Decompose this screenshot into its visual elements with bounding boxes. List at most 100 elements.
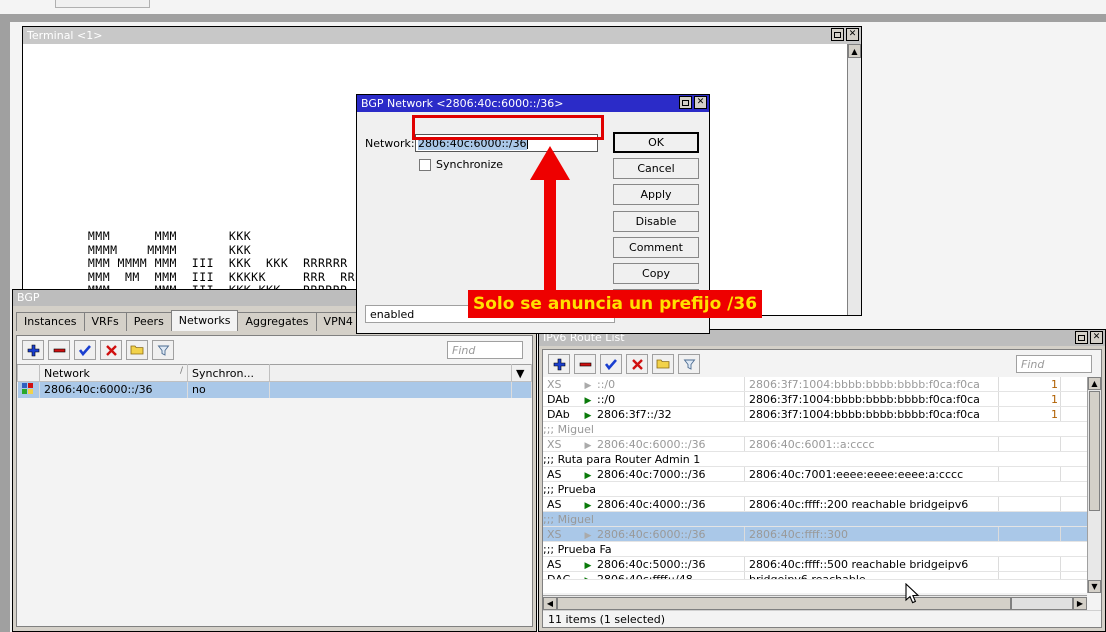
bgp-networks-table[interactable]: Network/ Synchron... ▼ <box>17 364 532 398</box>
route-flags: AS <box>543 557 579 571</box>
cross-icon[interactable] <box>626 354 648 374</box>
route-flags: XS <box>543 527 579 541</box>
scroll-down-arrow-icon[interactable]: ▼ <box>1088 580 1101 593</box>
comment-button[interactable]: Comment <box>613 237 699 258</box>
terminal-vertical-scrollbar[interactable]: ▲ <box>847 44 861 315</box>
route-flags: AS <box>543 497 579 511</box>
folder-icon[interactable] <box>126 340 148 360</box>
route-distance <box>999 572 1061 579</box>
dialog-window-buttons[interactable]: ✕ <box>679 96 707 109</box>
funnel-icon[interactable] <box>152 340 174 360</box>
route-row[interactable]: AS▶2806:40c:5000::/362806:40c:ffff::500 … <box>543 557 1087 572</box>
folder-icon[interactable] <box>652 354 674 374</box>
close-icon[interactable]: ✕ <box>694 96 707 109</box>
route-comment-text: ;;; Miguel <box>543 422 1087 436</box>
cell-synchronize: no <box>188 382 270 398</box>
minus-icon[interactable] <box>574 354 596 374</box>
check-icon[interactable] <box>74 340 96 360</box>
route-distance <box>999 557 1061 571</box>
tab-vrfs[interactable]: VRFs <box>84 312 127 331</box>
cell-network: 2806:40c:6000::/36 <box>40 382 188 398</box>
ipv6-route-list-window[interactable]: IPv6 Route List ✕ <box>538 329 1106 632</box>
cell-filler <box>270 382 512 398</box>
route-list-rows[interactable]: XS▶::/02806:3f7:1004:bbbb:bbbb:bbbb:f0ca… <box>543 377 1087 593</box>
route-list-vertical-scrollbar[interactable]: ▲ ▼ <box>1087 377 1101 593</box>
bgp-toolbar[interactable]: Find <box>17 336 532 364</box>
route-dst-address: 2806:40c:6000::/36 <box>597 527 745 541</box>
scroll-right-arrow-icon[interactable]: ▶ <box>1073 597 1087 610</box>
bgp-title-text: BGP <box>17 291 40 304</box>
synchronize-checkbox-row[interactable]: Synchronize <box>419 158 503 171</box>
maximize-icon[interactable] <box>831 28 844 41</box>
close-icon[interactable]: ✕ <box>846 28 859 41</box>
dialog-buttons[interactable]: OK Cancel Apply Disable Comment Copy Rem… <box>613 132 699 306</box>
route-gateway: 2806:40c:ffff::300 <box>745 527 999 541</box>
route-list-window-buttons[interactable]: ✕ <box>1075 331 1103 344</box>
scroll-up-arrow-icon[interactable]: ▲ <box>1088 377 1101 390</box>
minus-icon[interactable] <box>48 340 70 360</box>
route-list-find-input[interactable]: Find <box>1016 355 1092 373</box>
scroll-track-end <box>1011 597 1073 610</box>
route-comment-row[interactable]: ;;; Miguel <box>543 422 1087 437</box>
route-row[interactable]: AS▶2806:40c:4000::/362806:40c:ffff::200 … <box>543 497 1087 512</box>
plus-icon[interactable] <box>548 354 570 374</box>
route-row[interactable]: DAb▶::/02806:3f7:1004:bbbb:bbbb:bbbb:f0c… <box>543 392 1087 407</box>
route-row[interactable]: DAb▶2806:3f7::/322806:3f7:1004:bbbb:bbbb… <box>543 407 1087 422</box>
ok-button[interactable]: OK <box>613 132 699 153</box>
cancel-button[interactable]: Cancel <box>613 158 699 179</box>
table-row[interactable]: 2806:40c:6000::/36 no <box>18 382 532 398</box>
route-flags: DAb <box>543 407 579 421</box>
dialog-title-text: BGP Network <2806:40c:6000::/36> <box>361 97 563 110</box>
tab-peers[interactable]: Peers <box>126 312 172 331</box>
scroll-track[interactable] <box>557 597 1011 610</box>
synchronize-checkbox[interactable] <box>419 159 431 171</box>
maximize-icon[interactable] <box>679 96 692 109</box>
scroll-thumb[interactable] <box>1089 391 1100 511</box>
maximize-icon[interactable] <box>1075 331 1088 344</box>
col-network-label: Network <box>44 367 90 380</box>
route-row[interactable]: XS▶::/02806:3f7:1004:bbbb:bbbb:bbbb:f0ca… <box>543 377 1087 392</box>
copy-button[interactable]: Copy <box>613 263 699 284</box>
bgp-window[interactable]: BGP Instances VRFs Peers Networks Aggreg… <box>12 289 537 632</box>
route-comment-row[interactable]: ;;; Prueba <box>543 482 1087 497</box>
route-row[interactable]: XS▶2806:40c:6000::/362806:40c:6001::a:cc… <box>543 437 1087 452</box>
check-icon[interactable] <box>600 354 622 374</box>
tab-aggregates[interactable]: Aggregates <box>237 312 316 331</box>
column-menu-icon[interactable]: ▼ <box>512 365 532 382</box>
route-gateway: bridgeipv6 reachable <box>745 572 999 579</box>
route-comment-row[interactable]: ;;; Miguel <box>543 512 1087 527</box>
route-row[interactable]: DAC▶2806:40c:ffff::/48bridgeipv6 reachab… <box>543 572 1087 580</box>
route-comment-row[interactable]: ;;; Prueba Fa <box>543 542 1087 557</box>
route-direction-icon: ▶ <box>579 392 597 406</box>
route-comment-row[interactable]: ;;; Ruta para Router Admin 1 <box>543 452 1087 467</box>
route-row[interactable]: AS▶2806:40c:7000::/362806:40c:7001:eeee:… <box>543 467 1087 482</box>
col-filler <box>270 365 512 382</box>
col-icon <box>18 365 40 382</box>
funnel-icon[interactable] <box>678 354 700 374</box>
route-distance: 1 <box>999 392 1061 406</box>
dialog-titlebar[interactable]: BGP Network <2806:40c:6000::/36> ✕ <box>357 95 709 112</box>
route-row[interactable]: XS▶2806:40c:6000::/362806:40c:ffff::300 <box>543 527 1087 542</box>
disable-button[interactable]: Disable <box>613 211 699 232</box>
route-flags: DAC <box>543 572 579 579</box>
terminal-titlebar[interactable]: Terminal <1> ✕ <box>23 27 861 44</box>
plus-icon[interactable] <box>22 340 44 360</box>
cross-icon[interactable] <box>100 340 122 360</box>
tab-networks[interactable]: Networks <box>171 310 239 331</box>
terminal-window-buttons[interactable]: ✕ <box>831 28 859 41</box>
cell-end <box>512 382 532 398</box>
route-list-toolbar[interactable]: Find <box>543 350 1101 378</box>
bgp-find-input[interactable]: Find <box>447 341 523 359</box>
route-comment-text: ;;; Ruta para Router Admin 1 <box>543 452 1087 466</box>
apply-button[interactable]: Apply <box>613 184 699 205</box>
tab-instances[interactable]: Instances <box>16 312 85 331</box>
route-list-horizontal-scrollbar[interactable]: ◀ ▶ <box>543 595 1087 610</box>
col-network[interactable]: Network/ <box>40 365 188 382</box>
scroll-left-arrow-icon[interactable]: ◀ <box>543 597 557 610</box>
col-synchronize[interactable]: Synchron... <box>188 365 270 382</box>
table-header-row: Network/ Synchron... ▼ <box>18 365 532 382</box>
scroll-up-arrow-icon[interactable]: ▲ <box>848 44 861 58</box>
route-gateway: 2806:40c:ffff::200 reachable bridgeipv6 <box>745 497 999 511</box>
network-label: Network: <box>365 137 415 150</box>
close-icon[interactable]: ✕ <box>1090 331 1103 344</box>
